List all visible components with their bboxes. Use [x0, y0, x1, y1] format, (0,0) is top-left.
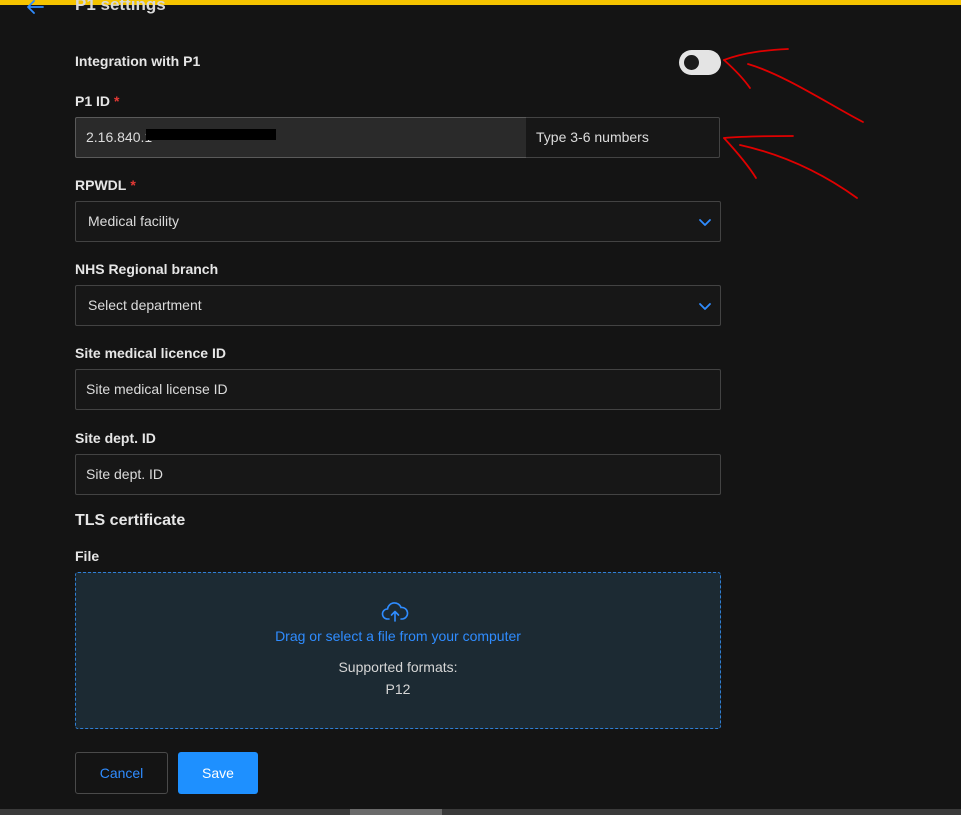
p1-id-label: P1 ID * — [75, 93, 119, 109]
site-dept-label: Site dept. ID — [75, 430, 156, 446]
redaction-bar — [146, 129, 276, 140]
p1-id-hint-box: Type 3-6 numbers — [526, 117, 720, 158]
nhs-branch-label: NHS Regional branch — [75, 261, 219, 277]
rpwdl-label-text: RPWDL — [75, 177, 127, 193]
tls-section-title: TLS certificate — [75, 512, 186, 529]
integration-label: Integration with P1 — [75, 53, 201, 69]
bottom-scrollbar[interactable] — [0, 809, 961, 815]
save-button[interactable]: Save — [178, 752, 258, 794]
site-licence-input[interactable]: Site medical license ID — [75, 369, 721, 410]
supported-formats-value: P12 — [385, 681, 411, 697]
cloud-upload-icon — [381, 602, 409, 622]
file-dropzone[interactable]: Drag or select a file from your computer… — [75, 572, 721, 729]
p1-id-input[interactable]: 2.16.840.1 — [75, 117, 527, 158]
nhs-branch-select[interactable]: Select department — [75, 285, 721, 326]
page-title: P1 settings — [75, 0, 166, 14]
site-licence-label: Site medical licence ID — [75, 345, 226, 361]
file-label: File — [75, 548, 100, 564]
rpwdl-label: RPWDL * — [75, 177, 136, 193]
p1-id-label-text: P1 ID — [75, 93, 111, 109]
annotation-arrow-p1id-head-2 — [723, 137, 757, 179]
supported-formats-label: Supported formats: — [338, 659, 458, 675]
annotation-arrow-toggle-shaft — [747, 63, 864, 123]
chevron-down-icon — [699, 219, 711, 226]
p1-id-value: 2.16.840.1 — [86, 129, 153, 145]
rpwdl-selected: Medical facility — [88, 213, 180, 229]
toggle-knob — [684, 55, 699, 70]
nhs-branch-selected: Select department — [88, 297, 202, 313]
annotation-arrow-toggle-head-2 — [723, 59, 751, 89]
required-mark: * — [130, 177, 136, 193]
scrollbar-thumb[interactable] — [350, 809, 442, 815]
cancel-button[interactable]: Cancel — [75, 752, 168, 794]
back-arrow-icon[interactable] — [24, 0, 46, 18]
dropzone-select-link[interactable]: Drag or select a file from your computer — [76, 628, 720, 644]
annotation-arrow-p1id-head-1 — [723, 135, 794, 139]
site-dept-placeholder: Site dept. ID — [86, 466, 164, 482]
site-dept-input[interactable]: Site dept. ID — [75, 454, 721, 495]
p1-id-hint: Type 3-6 numbers — [536, 129, 649, 145]
annotation-arrow-toggle-head-1 — [723, 48, 789, 61]
integration-toggle[interactable] — [679, 50, 721, 75]
rpwdl-select[interactable]: Medical facility — [75, 201, 721, 242]
chevron-down-icon — [699, 303, 711, 310]
annotation-arrow-p1id-shaft — [739, 144, 858, 199]
required-mark: * — [114, 93, 120, 109]
site-licence-placeholder: Site medical license ID — [86, 381, 228, 397]
